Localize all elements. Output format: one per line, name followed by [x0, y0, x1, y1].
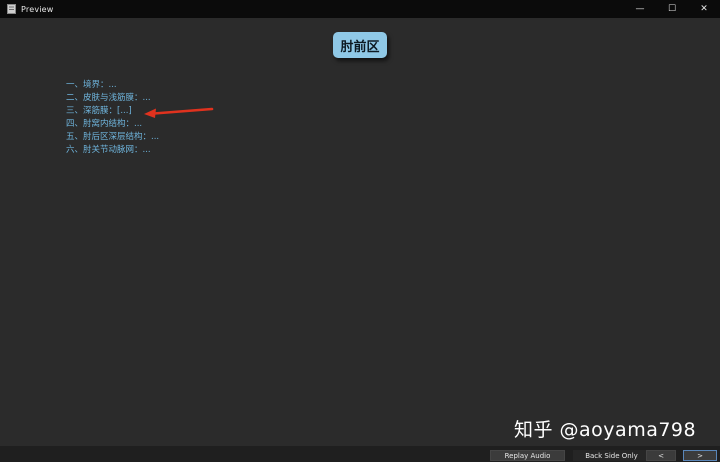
back-side-only-button[interactable]: Back Side Only — [573, 450, 650, 461]
outline-item: 四、肘窝内结构：... — [66, 119, 143, 129]
window-title: Preview — [21, 4, 54, 14]
next-button[interactable]: > — [683, 450, 717, 461]
red-arrow-icon — [144, 107, 214, 118]
outline-item: 一、境界：... — [66, 80, 117, 90]
title-bar: Preview — ☐ ✕ — [0, 0, 720, 18]
outline-item: 六、肘关节动脉网：... — [66, 145, 151, 155]
app-icon — [6, 4, 16, 14]
maximize-button[interactable]: ☐ — [656, 0, 688, 18]
preview-window: Preview — ☐ ✕ 肘前区 一、境界：... 二、皮肤与浅筋膜：... … — [0, 0, 720, 462]
outline-list: 一、境界：... 二、皮肤与浅筋膜：... 三、深筋膜：[...] 四、肘窝内结… — [66, 79, 159, 157]
window-controls: — ☐ ✕ — [624, 0, 720, 18]
replay-audio-button[interactable]: Replay Audio — [490, 450, 565, 461]
card-heading: 肘前区 — [333, 32, 387, 58]
outline-item: 五、肘后区深层结构：... — [66, 132, 160, 142]
previous-button[interactable]: < — [646, 450, 676, 461]
outline-item: 二、皮肤与浅筋膜：... — [66, 93, 151, 103]
watermark-text: 知乎 @aoyama798 — [514, 419, 697, 441]
card-content: 肘前区 一、境界：... 二、皮肤与浅筋膜：... 三、深筋膜：[...] 四、… — [0, 18, 720, 446]
minimize-button[interactable]: — — [624, 0, 656, 18]
close-button[interactable]: ✕ — [688, 0, 720, 18]
bottom-toolbar: Replay Audio Back Side Only < > — [0, 446, 720, 462]
